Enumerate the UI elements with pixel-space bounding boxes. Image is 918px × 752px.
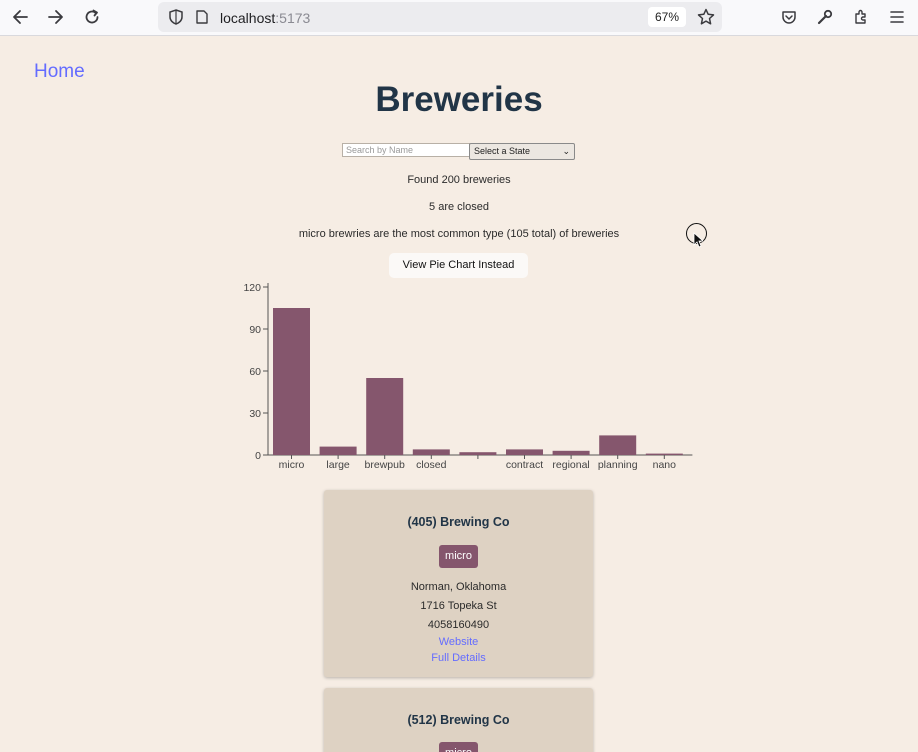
url-host: localhost (220, 10, 276, 26)
brewery-type-badge[interactable]: micro (439, 742, 478, 752)
closed-count: 5 are closed (429, 201, 489, 213)
brewery-name: (512) Brewing Co (407, 713, 510, 727)
website-link[interactable]: Website (324, 636, 593, 648)
state-select-value: Select a State (474, 146, 531, 156)
pocket-icon[interactable] (777, 6, 801, 28)
full-details-link[interactable]: Full Details (324, 652, 593, 664)
brewery-name: (405) Brewing Co (407, 515, 510, 529)
y-tick-label: 120 (243, 282, 261, 294)
brewery-card: (405) Brewing Co micro Norman, Oklahoma … (324, 490, 593, 677)
bar (506, 449, 543, 455)
y-tick-label: 60 (249, 366, 261, 378)
search-input[interactable] (342, 143, 470, 157)
url-port: :5173 (275, 10, 311, 26)
reload-icon[interactable] (80, 6, 104, 28)
menu-icon[interactable] (885, 6, 909, 28)
zoom-level[interactable]: 67% (648, 7, 686, 27)
wrench-icon[interactable] (813, 6, 837, 28)
mouse-pointer-icon (693, 232, 703, 248)
url-bar[interactable]: localhost:5173 67% (158, 2, 722, 32)
y-tick-label: 90 (249, 324, 261, 336)
bar (412, 449, 450, 455)
shield-icon[interactable] (164, 6, 188, 28)
x-tick-label: brewpub (365, 459, 405, 471)
brewery-phone: 4058160490 (427, 619, 490, 631)
found-count: Found 200 breweries (407, 174, 511, 186)
x-tick-label: closed (416, 459, 447, 471)
bar (273, 308, 310, 455)
bar (459, 452, 497, 455)
y-tick-label: 30 (249, 408, 261, 420)
brewery-type-badge[interactable]: micro (439, 545, 478, 568)
state-select[interactable]: Select a State ⌄ (469, 143, 575, 160)
x-tick-label: regional (552, 459, 589, 471)
bar (645, 453, 683, 455)
x-tick-label: micro (279, 459, 305, 471)
extensions-icon[interactable] (849, 6, 873, 28)
x-tick-label: large (326, 459, 350, 471)
brewery-location: Norman, Oklahoma (410, 581, 507, 593)
page-info-icon[interactable] (190, 6, 214, 28)
bar (552, 450, 590, 455)
chevron-down-icon: ⌄ (562, 146, 570, 156)
bar-chart: 0 30 60 90 120 micro large brewpub closed contrac… (243, 282, 693, 471)
view-pie-chart-button[interactable]: View Pie Chart Instead (389, 253, 528, 278)
bar (319, 446, 357, 455)
x-tick-label: planning (598, 459, 638, 471)
brewery-card: (512) Brewing Co micro (324, 688, 593, 752)
bookmark-star-icon[interactable] (694, 6, 718, 28)
x-tick-label: contract (506, 459, 543, 471)
most-common-type: micro brewries are the most common type … (298, 228, 620, 240)
bar (366, 378, 404, 455)
page-title: Breweries (375, 80, 543, 119)
forward-arrow-icon[interactable] (44, 6, 68, 28)
browser-toolbar: localhost:5173 67% (0, 0, 918, 36)
brewery-street: 1716 Topeka St (420, 600, 497, 612)
back-arrow-icon[interactable] (8, 6, 32, 28)
y-tick-label: 0 (255, 450, 261, 462)
x-tick-label: nano (653, 459, 677, 471)
bar (599, 435, 637, 455)
url-text: localhost:5173 (220, 10, 310, 26)
